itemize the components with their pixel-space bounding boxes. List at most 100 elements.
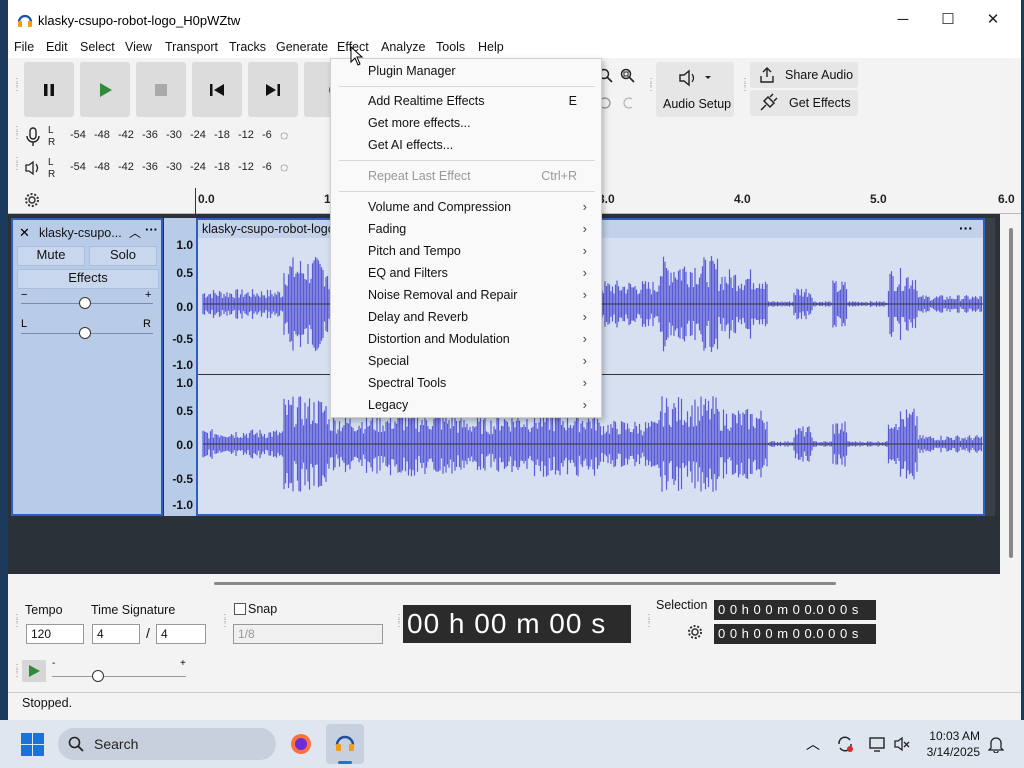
chevron-right-icon: ›: [582, 221, 587, 236]
menu-tools[interactable]: Tools: [436, 40, 465, 54]
time-display[interactable]: 00 h 00 m 00 s: [403, 605, 631, 643]
toolbar-grip[interactable]: ⋮ ⋮: [12, 78, 22, 93]
collapse-track-icon[interactable]: ︿: [129, 224, 141, 241]
selection-start-time[interactable]: 0 0 h 0 0 m 0 0.0 0 0 s: [714, 600, 876, 620]
menu-item-pitch-and-tempo[interactable]: Pitch and Tempo ›: [331, 240, 601, 262]
toolbar-grip[interactable]: ⋮ ⋮: [394, 614, 404, 629]
gear-icon[interactable]: [24, 192, 40, 208]
chevron-up-icon[interactable]: ︿: [806, 734, 820, 754]
pause-button[interactable]: [24, 62, 74, 117]
menu-item-special[interactable]: Special ›: [331, 350, 601, 372]
menu-select[interactable]: Select: [80, 40, 115, 54]
track-name[interactable]: klasky-csupo...: [39, 226, 122, 240]
snap-checkbox[interactable]: [234, 603, 246, 615]
menu-item-add-realtime-effects[interactable]: Add Realtime Effects E: [331, 90, 601, 112]
snap-select[interactable]: 1/8: [233, 624, 383, 644]
menu-help[interactable]: Help: [478, 40, 504, 54]
menu-tracks[interactable]: Tracks: [229, 40, 266, 54]
horizontal-scrollbar[interactable]: [8, 574, 1021, 592]
taskbar-search[interactable]: Search: [58, 728, 276, 760]
toolbar-grip[interactable]: ⋮ ⋮: [740, 78, 750, 93]
track-control-panel[interactable]: ✕ klasky-csupo... ︿ ··· Mute Solo Effect…: [11, 218, 163, 516]
minimize-button[interactable]: ─: [888, 8, 918, 32]
vertical-scroll-thumb[interactable]: [1009, 228, 1013, 558]
skip-to-end-button[interactable]: [248, 62, 298, 117]
playback-meter[interactable]: L R -54 -48 -42 -36 -30 -24 -18 -12 -6 ◌: [8, 154, 308, 184]
meter-tick: -30: [166, 161, 182, 173]
play-button[interactable]: [80, 62, 130, 117]
search-placeholder: Search: [94, 736, 139, 752]
gain-slider-thumb[interactable]: [79, 297, 91, 309]
maximize-button[interactable]: ☐: [933, 8, 963, 32]
menu-item-legacy[interactable]: Legacy ›: [331, 394, 601, 416]
time-signature-numerator[interactable]: 4: [92, 624, 140, 644]
menu-transport[interactable]: Transport: [165, 40, 218, 54]
time-signature-denominator[interactable]: 4: [156, 624, 206, 644]
taskbar-clock[interactable]: 10:03 AM 3/14/2025: [927, 728, 980, 760]
scale-label: 0.5: [176, 404, 193, 418]
stop-button[interactable]: [136, 62, 186, 117]
toolbar-grip[interactable]: ⋮ ⋮: [646, 78, 656, 93]
effects-button[interactable]: Effects: [17, 269, 159, 289]
menu-item-spectral-tools[interactable]: Spectral Tools ›: [331, 372, 601, 394]
skip-to-start-button[interactable]: [192, 62, 242, 117]
solo-button[interactable]: Solo: [89, 246, 157, 266]
menu-item-delay-and-reverb[interactable]: Delay and Reverb ›: [331, 306, 601, 328]
meter-tick: -42: [118, 161, 134, 173]
meter-tick: -12: [238, 161, 254, 173]
zoom-fit-icon[interactable]: [620, 68, 636, 84]
share-audio-button[interactable]: Share Audio: [750, 62, 858, 88]
menu-item-get-more-effects[interactable]: Get more effects...: [331, 112, 601, 134]
toolbar-grip[interactable]: ⋮ ⋮: [220, 614, 230, 629]
speed-slider-thumb[interactable]: [92, 670, 104, 682]
meter-clip-icon: ◌: [280, 159, 289, 175]
snap-label: Snap: [248, 602, 278, 616]
scale-label: -1.0: [172, 498, 193, 512]
menu-generate[interactable]: Generate: [276, 40, 328, 54]
menu-item-eq-and-filters[interactable]: EQ and Filters ›: [331, 262, 601, 284]
audacity-app-icon: [17, 14, 33, 27]
mute-button[interactable]: Mute: [17, 246, 85, 266]
menu-item-fading[interactable]: Fading ›: [331, 218, 601, 240]
audio-setup-button[interactable]: Audio Setup: [656, 62, 734, 117]
toolbar-grip[interactable]: ⋮ ⋮: [644, 614, 654, 629]
audacity-taskbar-button[interactable]: [326, 724, 364, 764]
menu-item-noise-removal-and-repair[interactable]: Noise Removal and Repair ›: [331, 284, 601, 306]
network-icon[interactable]: [868, 735, 886, 753]
scale-label: 1.0: [176, 376, 193, 390]
scale-label: -0.5: [172, 332, 193, 346]
volume-muted-icon[interactable]: [893, 735, 911, 753]
speed-minus-label: -: [52, 658, 56, 669]
horizontal-scroll-thumb[interactable]: [214, 582, 836, 585]
audacity-app-icon: [335, 735, 355, 751]
close-button[interactable]: ✕: [978, 8, 1008, 32]
firefox-icon[interactable]: [289, 732, 313, 756]
menu-item-volume-and-compression[interactable]: Volume and Compression ›: [331, 196, 601, 218]
close-track-icon[interactable]: ✕: [19, 225, 30, 241]
menu-analyze[interactable]: Analyze: [381, 40, 425, 54]
menu-file[interactable]: File: [14, 40, 34, 54]
vertical-scrollbar[interactable]: [1002, 214, 1021, 574]
play-at-speed-button[interactable]: [22, 660, 46, 682]
menu-edit[interactable]: Edit: [46, 40, 68, 54]
selection-end-time[interactable]: 0 0 h 0 0 m 0 0.0 0 0 s: [714, 624, 876, 644]
gear-icon[interactable]: [687, 624, 703, 640]
notification-bell-icon[interactable]: [988, 735, 1004, 753]
sync-icon[interactable]: [836, 735, 854, 753]
toolbar-grip[interactable]: ⋮ ⋮: [12, 614, 22, 629]
menu-view[interactable]: View: [125, 40, 152, 54]
menu-item-distortion-and-modulation[interactable]: Distortion and Modulation ›: [331, 328, 601, 350]
track-menu-icon[interactable]: ···: [145, 222, 158, 237]
redo-icon[interactable]: [620, 95, 636, 111]
menu-item-plugin-manager[interactable]: Plugin Manager: [331, 60, 601, 82]
tempo-input[interactable]: 120: [26, 624, 84, 644]
meter-tick: -24: [190, 161, 206, 173]
pan-slider-thumb[interactable]: [79, 327, 91, 339]
get-effects-button[interactable]: Get Effects: [750, 90, 858, 116]
windows-start-icon[interactable]: [21, 733, 44, 756]
record-meter[interactable]: L R -54 -48 -42 -36 -30 -24 -18 -12 -6 ◌: [8, 122, 308, 152]
chevron-right-icon: ›: [582, 353, 587, 368]
mouse-cursor-icon: [350, 46, 364, 66]
menu-item-get-ai-effects[interactable]: Get AI effects...: [331, 134, 601, 156]
toolbar-grip[interactable]: ⋮ ⋮: [12, 664, 22, 679]
